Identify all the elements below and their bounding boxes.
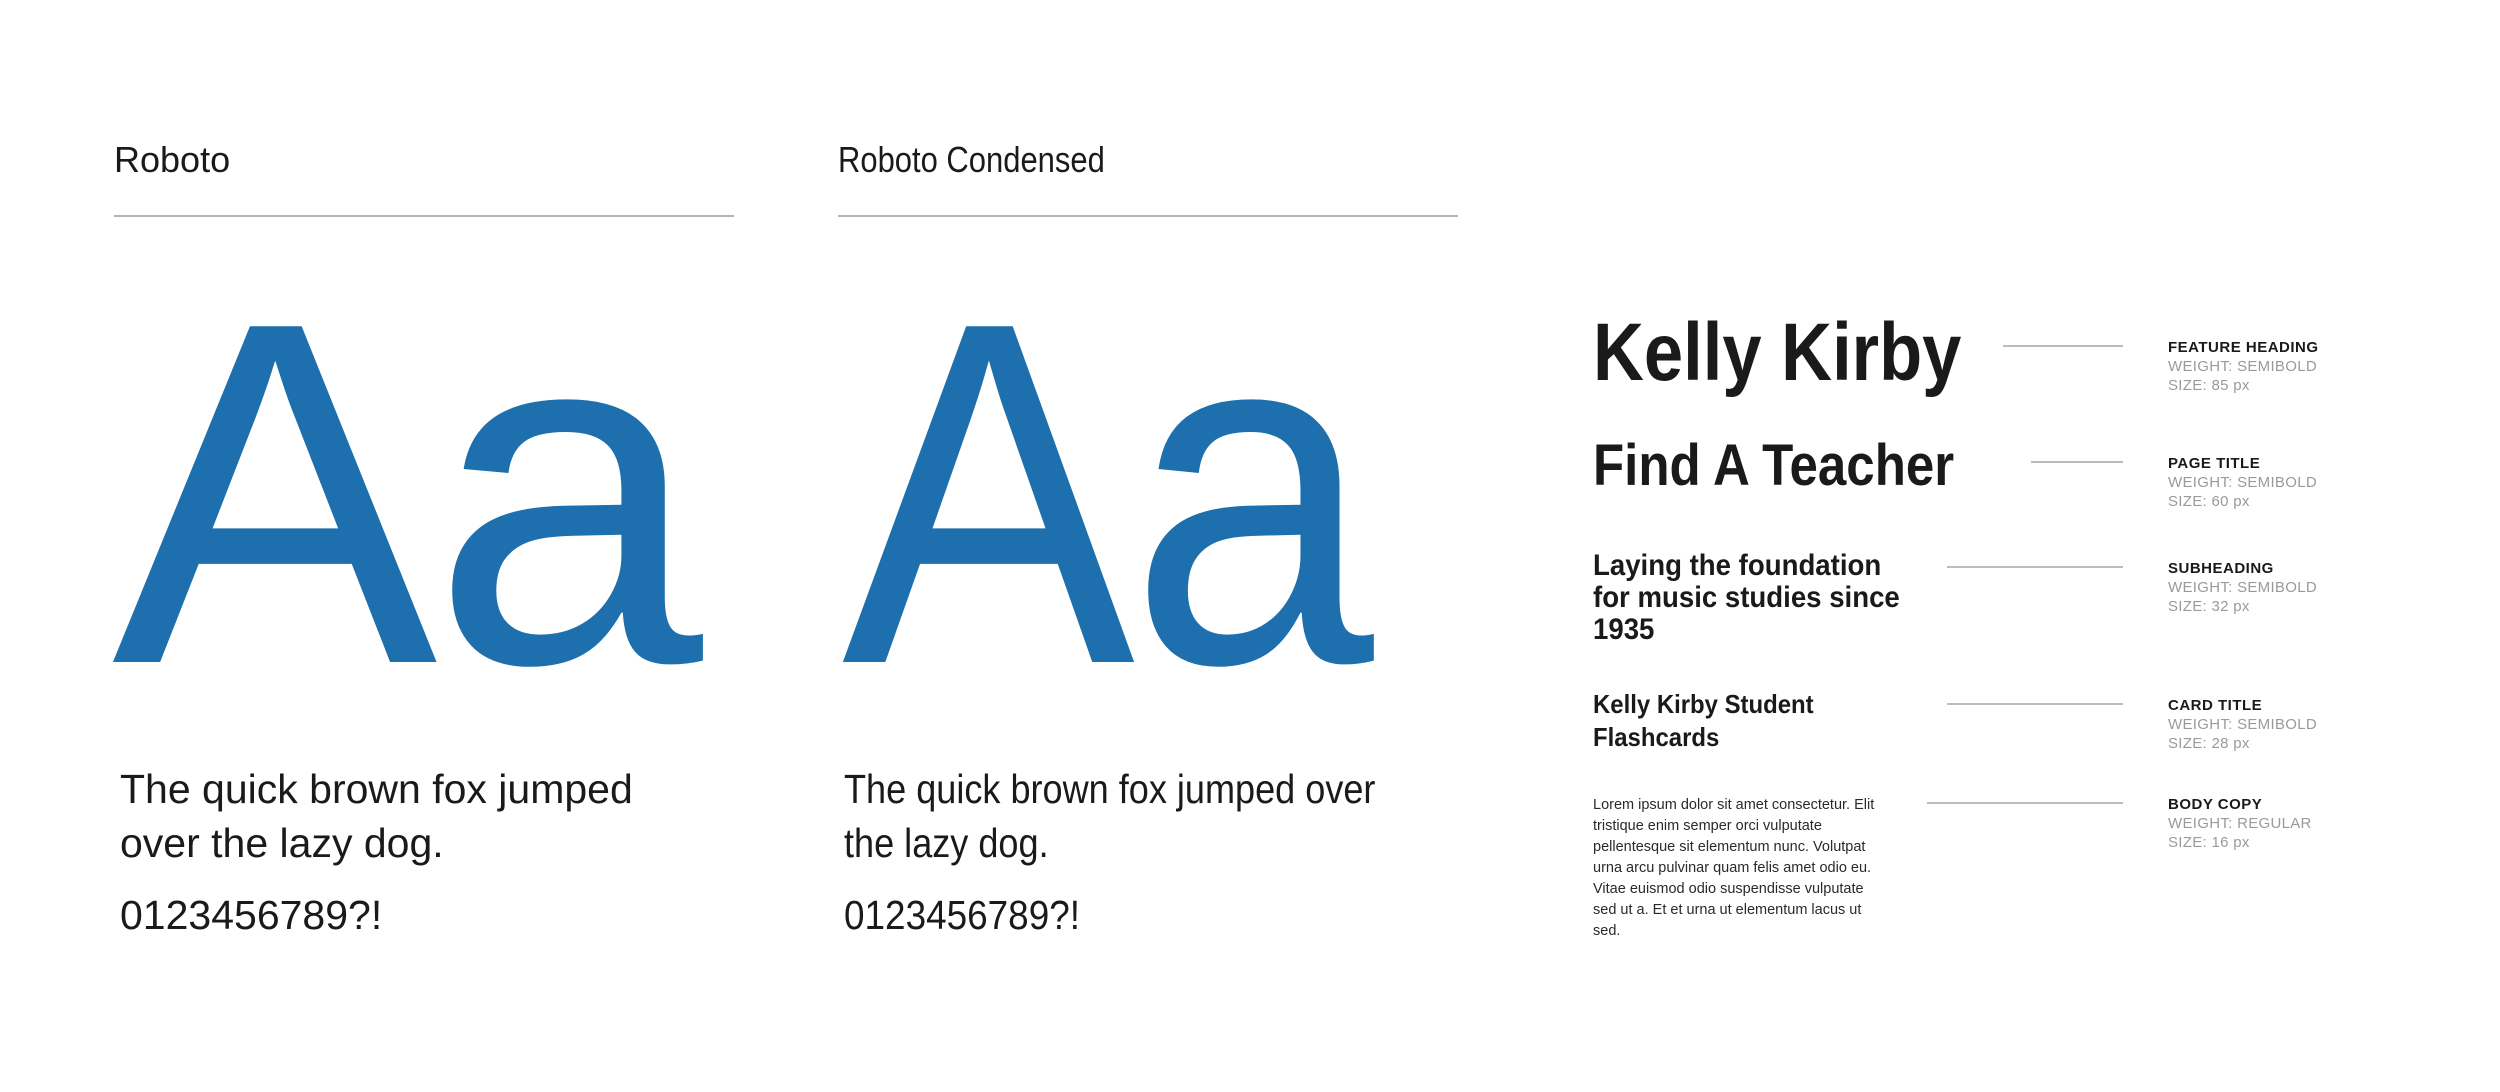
subheading-sample: Laying the foundation for music studies … — [1593, 549, 1900, 646]
card-title-spec: CARD TITLE WEIGHT: SEMIBOLD SIZE: 28 px — [2168, 696, 2317, 753]
card-title-connector — [1947, 703, 2123, 705]
feature-heading-weight: WEIGHT: SEMIBOLD — [2168, 358, 2317, 375]
glyph-sample-roboto-condensed: Aa — [842, 221, 1374, 766]
page-title-spec: PAGE TITLE WEIGHT: SEMIBOLD SIZE: 60 px — [2168, 454, 2317, 511]
feature-heading-sample: Kelly Kirby — [1593, 307, 1962, 398]
subheading-label: SUBHEADING — [2168, 560, 2274, 577]
feature-heading-size: SIZE: 85 px — [2168, 377, 2250, 394]
subheading-connector — [1947, 566, 2123, 568]
font-name-roboto-condensed: Roboto Condensed — [838, 139, 1105, 180]
page-title-label: PAGE TITLE — [2168, 455, 2261, 472]
subheading-weight: WEIGHT: SEMIBOLD — [2168, 579, 2317, 596]
glyph-sample-roboto: Aa — [112, 221, 703, 766]
feature-heading-connector — [2003, 345, 2123, 347]
pangram-roboto: The quick brown fox jumped over the lazy… — [120, 766, 633, 866]
subheading-size: SIZE: 32 px — [2168, 598, 2250, 615]
page-title-weight: WEIGHT: SEMIBOLD — [2168, 474, 2317, 491]
body-copy-size: SIZE: 16 px — [2168, 834, 2250, 851]
digits-roboto: 0123456789?! — [120, 892, 383, 938]
digits-roboto-condensed: 0123456789?! — [844, 892, 1080, 938]
pangram-roboto-condensed: The quick brown fox jumped over the lazy… — [844, 766, 1376, 866]
body-copy-connector — [1927, 802, 2123, 804]
page-title-sample: Find A Teacher — [1593, 433, 1955, 498]
subheading-spec: SUBHEADING WEIGHT: SEMIBOLD SIZE: 32 px — [2168, 559, 2317, 616]
card-title-sample: Kelly Kirby Student Flashcards — [1593, 689, 1814, 752]
divider-roboto — [114, 215, 734, 217]
body-copy-weight: WEIGHT: REGULAR — [2168, 815, 2312, 832]
divider-roboto-condensed — [838, 215, 1458, 217]
card-title-size: SIZE: 28 px — [2168, 735, 2250, 752]
card-title-weight: WEIGHT: SEMIBOLD — [2168, 716, 2317, 733]
feature-heading-label: FEATURE HEADING — [2168, 339, 2319, 356]
body-copy-spec: BODY COPY WEIGHT: REGULAR SIZE: 16 px — [2168, 795, 2312, 852]
font-name-roboto: Roboto — [114, 139, 231, 180]
card-title-label: CARD TITLE — [2168, 697, 2263, 714]
feature-heading-spec: FEATURE HEADING WEIGHT: SEMIBOLD SIZE: 8… — [2168, 338, 2319, 395]
body-copy-label: BODY COPY — [2168, 796, 2263, 813]
page-title-size: SIZE: 60 px — [2168, 493, 2250, 510]
page-title-connector — [2031, 461, 2123, 463]
body-copy-sample: Lorem ipsum dolor sit amet consectetur. … — [1593, 797, 1875, 939]
